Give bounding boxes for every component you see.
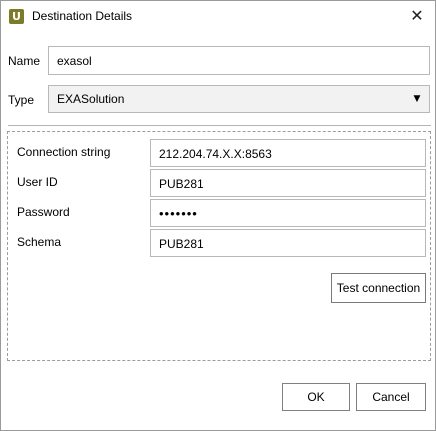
connection-string-label: Connection string (17, 145, 111, 159)
password-label: Password (17, 205, 70, 219)
title-bar: U Destination Details ✕ (1, 1, 435, 32)
test-connection-button[interactable]: Test connection (331, 273, 426, 303)
name-label: Name (8, 54, 41, 68)
destination-details-dialog: U Destination Details ✕ Name exasol Type… (0, 0, 436, 431)
type-select-value: EXASolution (57, 92, 125, 106)
app-icon-letter: U (12, 10, 21, 23)
ok-button[interactable]: OK (282, 383, 350, 411)
type-label: Type (8, 93, 35, 107)
user-id-field[interactable]: PUB281 (150, 169, 426, 197)
close-icon[interactable]: ✕ (405, 5, 429, 27)
cancel-button[interactable]: Cancel (356, 383, 426, 411)
dialog-title: Destination Details (32, 9, 133, 23)
app-icon: U (9, 9, 24, 24)
schema-field[interactable]: PUB281 (150, 229, 426, 257)
schema-label: Schema (17, 235, 62, 249)
name-field[interactable]: exasol (48, 46, 430, 75)
separator (8, 125, 431, 126)
user-id-label: User ID (17, 175, 58, 189)
connection-string-field[interactable]: 212.204.74.X.X:8563 (150, 139, 426, 167)
chevron-down-icon[interactable]: ▼ (405, 86, 429, 112)
password-field[interactable]: ••••••• (150, 199, 426, 227)
type-select[interactable]: EXASolution ▼ (48, 85, 430, 113)
